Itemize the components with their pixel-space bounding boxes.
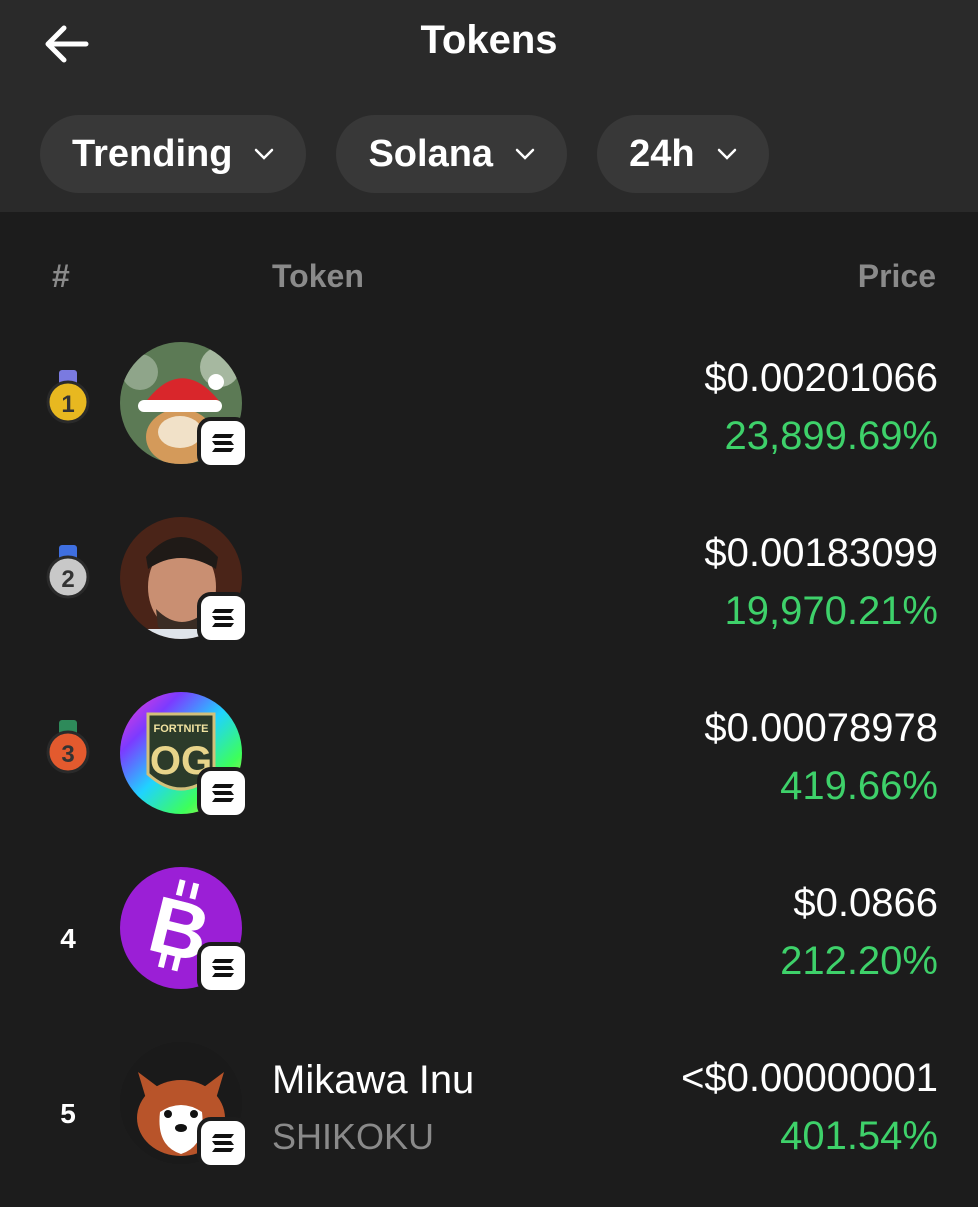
filter-sort-dropdown[interactable]: Trending: [40, 115, 307, 193]
rank-number: 1: [61, 391, 74, 418]
token-row[interactable]: 3 FORTNITE OG $0.00078978 419.66%: [0, 682, 978, 857]
filter-sort-label: Trending: [72, 132, 233, 175]
filter-chain-dropdown[interactable]: Solana: [336, 115, 568, 193]
column-header-price: Price: [857, 258, 936, 294]
svg-text:FORTNITE: FORTNITE: [154, 723, 209, 735]
rank-number: 4: [60, 923, 76, 954]
token-row[interactable]: 5 Mikawa Inu SHIKOKU <$0.00000001 401.54…: [0, 1032, 978, 1207]
token-change: 19,970.21%: [724, 589, 938, 633]
rank-number: 3: [61, 741, 74, 768]
token-row[interactable]: 2 $0.00183099 19,970.21%: [0, 507, 978, 682]
filter-timeframe-dropdown[interactable]: 24h: [597, 115, 769, 193]
solana-icon: [197, 417, 249, 469]
top-bar: Tokens Trending Solana 24h: [0, 0, 978, 212]
solana-icon: [197, 767, 249, 819]
solana-icon: [197, 1117, 249, 1169]
column-header-token: Token: [272, 258, 364, 294]
column-header-rank: #: [52, 258, 70, 294]
page-title: Tokens: [420, 18, 558, 62]
solana-icon: [197, 592, 249, 644]
token-change: 212.20%: [780, 939, 938, 983]
table-header: # Token Price: [0, 212, 978, 332]
chevron-down-icon: [717, 148, 736, 160]
rank-number: 5: [60, 1098, 76, 1129]
token-price: $0.0866: [793, 881, 938, 925]
filter-chain-label: Solana: [368, 132, 494, 175]
rank-number: 2: [61, 566, 74, 593]
chevron-down-icon: [515, 148, 535, 160]
silver-medal-icon: 2: [46, 545, 90, 599]
bronze-medal-icon: 3: [46, 720, 90, 774]
gold-medal-icon: 1: [46, 370, 90, 424]
token-symbol: SHIKOKU: [272, 1116, 435, 1157]
chevron-down-icon: [255, 148, 274, 160]
token-row[interactable]: 4 B $0.0866 212.20%: [0, 857, 978, 1032]
token-row[interactable]: 1 $0.00201066 23,899.69%: [0, 332, 978, 507]
filter-bar: Trending Solana 24h: [40, 115, 769, 193]
token-name: Mikawa Inu: [272, 1058, 475, 1102]
token-price: $0.00183099: [704, 531, 938, 575]
filter-timeframe-label: 24h: [629, 132, 695, 175]
token-price: $0.00078978: [704, 706, 938, 750]
token-change: 419.66%: [780, 764, 938, 808]
token-change: 401.54%: [780, 1114, 938, 1158]
token-change: 23,899.69%: [724, 414, 938, 458]
token-price: <$0.00000001: [681, 1056, 938, 1100]
solana-icon: [197, 942, 249, 994]
token-price: $0.00201066: [704, 356, 938, 400]
